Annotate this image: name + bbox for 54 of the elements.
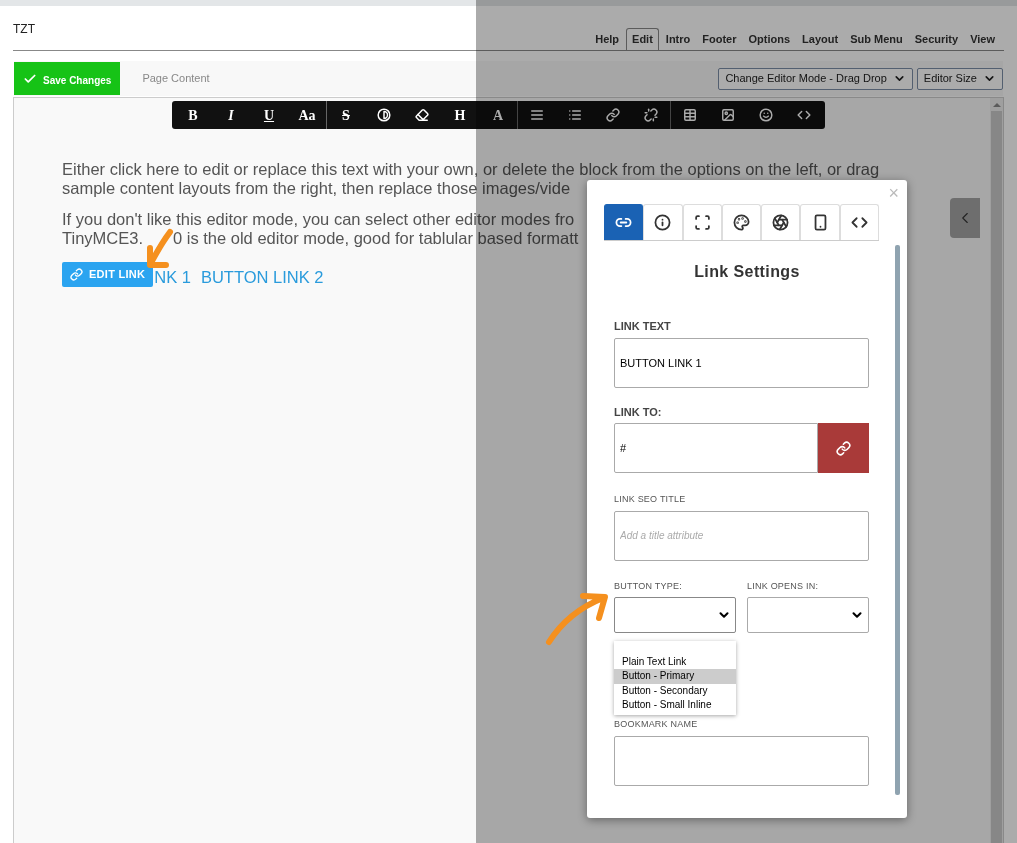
palette-icon xyxy=(733,214,750,231)
text-line: TinyMCE3. xyxy=(62,229,143,248)
menu-tab[interactable]: Security xyxy=(909,28,964,50)
menu-tab[interactable]: View xyxy=(965,28,1000,50)
menu-tab[interactable]: Options xyxy=(743,28,796,50)
menu-tab[interactable]: Intro xyxy=(660,28,696,50)
bookmark-field[interactable] xyxy=(614,735,869,786)
aperture-icon xyxy=(772,214,790,231)
dropdown-option[interactable]: Button - Small Inline xyxy=(614,698,736,713)
site-title: TZT xyxy=(13,21,35,38)
text-line: sample content layouts from the right, then replace those images/vide xyxy=(62,179,571,198)
dropdown-option[interactable]: Plain Text Link xyxy=(614,654,736,669)
settings-tab[interactable] xyxy=(604,204,644,240)
editor-select[interactable]: Editor Size xyxy=(916,67,1003,90)
field-label: LINK OPENS IN: xyxy=(747,579,820,593)
menu-tab[interactable]: Sub Menu xyxy=(845,28,908,50)
format-button[interactable]: B xyxy=(174,101,212,129)
scrollbar-thumb[interactable] xyxy=(991,111,1002,843)
dialog-title: Link Settings xyxy=(693,262,801,282)
field-label: LINK SEO TITLE xyxy=(614,493,687,506)
arrow xyxy=(543,590,611,648)
format-button[interactable]: H xyxy=(441,101,479,129)
seo-title-field[interactable]: Add a title attribute xyxy=(614,510,869,561)
menu-tab[interactable]: Layout xyxy=(797,28,844,50)
link-icon xyxy=(70,268,83,281)
menu-tab[interactable]: Edit xyxy=(626,28,659,50)
text-line: 0 is the old editor mode, good for tablular based formatt xyxy=(173,229,579,248)
menu-tab[interactable]: Help xyxy=(590,28,625,50)
text-line: If you don't like this editor mode, you can select other editor modes fro xyxy=(62,210,575,229)
field-label: BUTTON TYPE: xyxy=(614,579,683,593)
info-icon xyxy=(654,214,672,231)
code-icon xyxy=(850,214,868,231)
check-icon xyxy=(23,72,37,86)
format-button[interactable]: S xyxy=(327,101,365,129)
section-label: Page Content xyxy=(142,71,210,87)
link-to-field[interactable]: # xyxy=(614,423,818,473)
format-button[interactable]: I xyxy=(212,101,250,129)
link-text-field[interactable]: BUTTON LINK 1 xyxy=(614,337,869,388)
field-label: LINK TO: xyxy=(614,404,663,420)
frame-icon xyxy=(693,214,711,231)
link-icon xyxy=(836,440,851,456)
scroll-up-icon[interactable] xyxy=(992,103,1001,107)
dropdown-option[interactable]: Button - Secondary xyxy=(614,683,736,698)
button-type-select[interactable] xyxy=(614,597,736,633)
format-button[interactable]: Aa xyxy=(288,101,326,129)
format-button[interactable]: A xyxy=(479,101,517,129)
menu-tab[interactable]: Footer xyxy=(697,28,742,50)
field-label: LINK TEXT xyxy=(614,319,672,334)
link-picker-button[interactable] xyxy=(818,423,869,473)
editor-select[interactable]: Change Editor Mode - Drag Drop xyxy=(718,67,913,90)
text-line: Either click here to edit or replace this text with your own, or delete the block from the options on the left, or drag xyxy=(62,160,880,179)
field-label: BOOKMARK NAME xyxy=(614,718,699,731)
dropdown-option[interactable]: Button - Primary xyxy=(614,669,736,684)
format-button[interactable]: U xyxy=(250,101,288,129)
